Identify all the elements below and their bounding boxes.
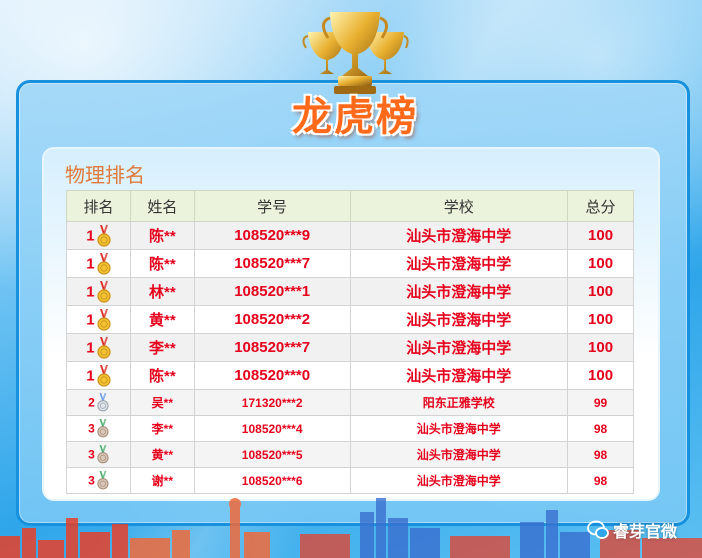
watermark: 睿芽官微 — [587, 517, 699, 543]
column-header-score: 总分 — [567, 190, 634, 222]
banner-title: 龙虎榜 — [292, 94, 418, 140]
student-id-cell: 171320***2 — [193, 389, 351, 416]
school-cell: 汕头市澄海中学 — [349, 361, 569, 390]
score-cell: 98 — [567, 441, 634, 468]
column-header-rank: 排名 — [66, 190, 131, 222]
column-header-id: 学号 — [193, 190, 351, 222]
name-cell: 陈** — [129, 249, 195, 278]
school-cell: 汕头市澄海中学 — [349, 277, 569, 306]
score-cell: 100 — [567, 277, 634, 306]
gold-medal-icon — [97, 364, 111, 387]
school-cell: 汕头市澄海中学 — [349, 221, 569, 250]
rank-cell: 2 — [66, 389, 131, 416]
school-cell: 阳东正雅学校 — [349, 389, 569, 416]
name-cell: 李** — [129, 333, 195, 362]
score-cell: 98 — [567, 415, 634, 442]
rank-value: 3 — [88, 473, 95, 488]
school-cell: 汕头市澄海中学 — [349, 415, 569, 442]
score-cell: 100 — [567, 333, 634, 362]
table-row: 3 李** 108520***4 汕头市澄海中学 98 — [66, 415, 634, 442]
rank-value: 1 — [86, 227, 95, 244]
table-row: 3 黄** 108520***5 汕头市澄海中学 98 — [66, 441, 634, 468]
school-cell: 汕头市澄海中学 — [349, 305, 569, 334]
silver-medal-icon — [97, 393, 109, 412]
student-id-cell: 108520***9 — [193, 221, 351, 250]
rank-cell: 1 — [66, 277, 131, 306]
name-cell: 吴** — [129, 389, 195, 416]
name-cell: 黄** — [129, 441, 195, 468]
name-cell: 陈** — [129, 361, 195, 390]
column-header-school: 学校 — [349, 190, 569, 222]
watermark-text: 睿芽官微 — [613, 522, 678, 541]
gold-medal-icon — [97, 252, 111, 275]
rank-value: 3 — [88, 447, 95, 462]
student-id-cell: 108520***1 — [193, 277, 351, 306]
rank-value: 1 — [86, 339, 95, 356]
rank-cell: 3 — [66, 415, 131, 442]
rank-cell: 1 — [66, 333, 131, 362]
table-row: 1 陈** 108520***9 汕头市澄海中学 100 — [66, 221, 634, 250]
rank-cell: 1 — [66, 249, 131, 278]
ranking-table: 排名 姓名 学号 学校 总分 1 陈** 108520***9 汕头市澄海中学 … — [66, 190, 634, 494]
score-cell: 100 — [567, 361, 634, 390]
school-cell: 汕头市澄海中学 — [349, 441, 569, 468]
bronze-medal-icon — [97, 445, 109, 464]
table-row: 2 吴** 171320***2 阳东正雅学校 99 — [66, 389, 634, 416]
score-cell: 99 — [567, 389, 634, 416]
ranking-table-body: 1 陈** 108520***9 汕头市澄海中学 100 1 陈** 10852… — [66, 221, 634, 494]
table-row: 1 李** 108520***7 汕头市澄海中学 100 — [66, 333, 634, 362]
bronze-medal-icon — [97, 419, 109, 438]
student-id-cell: 108520***7 — [193, 249, 351, 278]
rank-cell: 3 — [66, 441, 131, 468]
score-cell: 100 — [567, 305, 634, 334]
panel-title: 物理排名 — [65, 163, 145, 187]
rank-value: 1 — [86, 283, 95, 300]
rank-cell: 1 — [66, 361, 131, 390]
rank-cell: 1 — [66, 221, 131, 250]
table-header-row: 排名 姓名 学号 学校 总分 — [66, 190, 634, 222]
gold-medal-icon — [97, 308, 111, 331]
table-row: 1 陈** 108520***7 汕头市澄海中学 100 — [66, 249, 634, 278]
student-id-cell: 108520***2 — [193, 305, 351, 334]
school-cell: 汕头市澄海中学 — [349, 333, 569, 362]
table-row: 1 林** 108520***1 汕头市澄海中学 100 — [66, 277, 634, 306]
name-cell: 黄** — [129, 305, 195, 334]
name-cell: 陈** — [129, 221, 195, 250]
gold-medal-icon — [97, 280, 111, 303]
table-row: 1 陈** 108520***0 汕头市澄海中学 100 — [66, 361, 634, 390]
name-cell: 李** — [129, 415, 195, 442]
trophy-icon — [302, 12, 409, 94]
student-id-cell: 108520***0 — [193, 361, 351, 390]
gold-medal-icon — [97, 224, 111, 247]
rank-value: 1 — [86, 255, 95, 272]
rank-cell: 1 — [66, 305, 131, 334]
table-row: 1 黄** 108520***2 汕头市澄海中学 100 — [66, 305, 634, 334]
student-id-cell: 108520***5 — [193, 441, 351, 468]
school-cell: 汕头市澄海中学 — [349, 249, 569, 278]
rank-value: 1 — [86, 311, 95, 328]
rank-value: 1 — [86, 367, 95, 384]
rank-value: 3 — [88, 421, 95, 436]
gold-medal-icon — [97, 336, 111, 359]
column-header-name: 姓名 — [129, 190, 195, 222]
ranking-panel: 物理排名 排名 姓名 学号 学校 总分 1 陈** 108520***9 汕头市… — [42, 147, 660, 501]
rank-value: 2 — [88, 395, 95, 410]
wechat-icon — [587, 520, 609, 539]
score-cell: 100 — [567, 249, 634, 278]
student-id-cell: 108520***4 — [193, 415, 351, 442]
score-cell: 100 — [567, 221, 634, 250]
student-id-cell: 108520***7 — [193, 333, 351, 362]
name-cell: 林** — [129, 277, 195, 306]
